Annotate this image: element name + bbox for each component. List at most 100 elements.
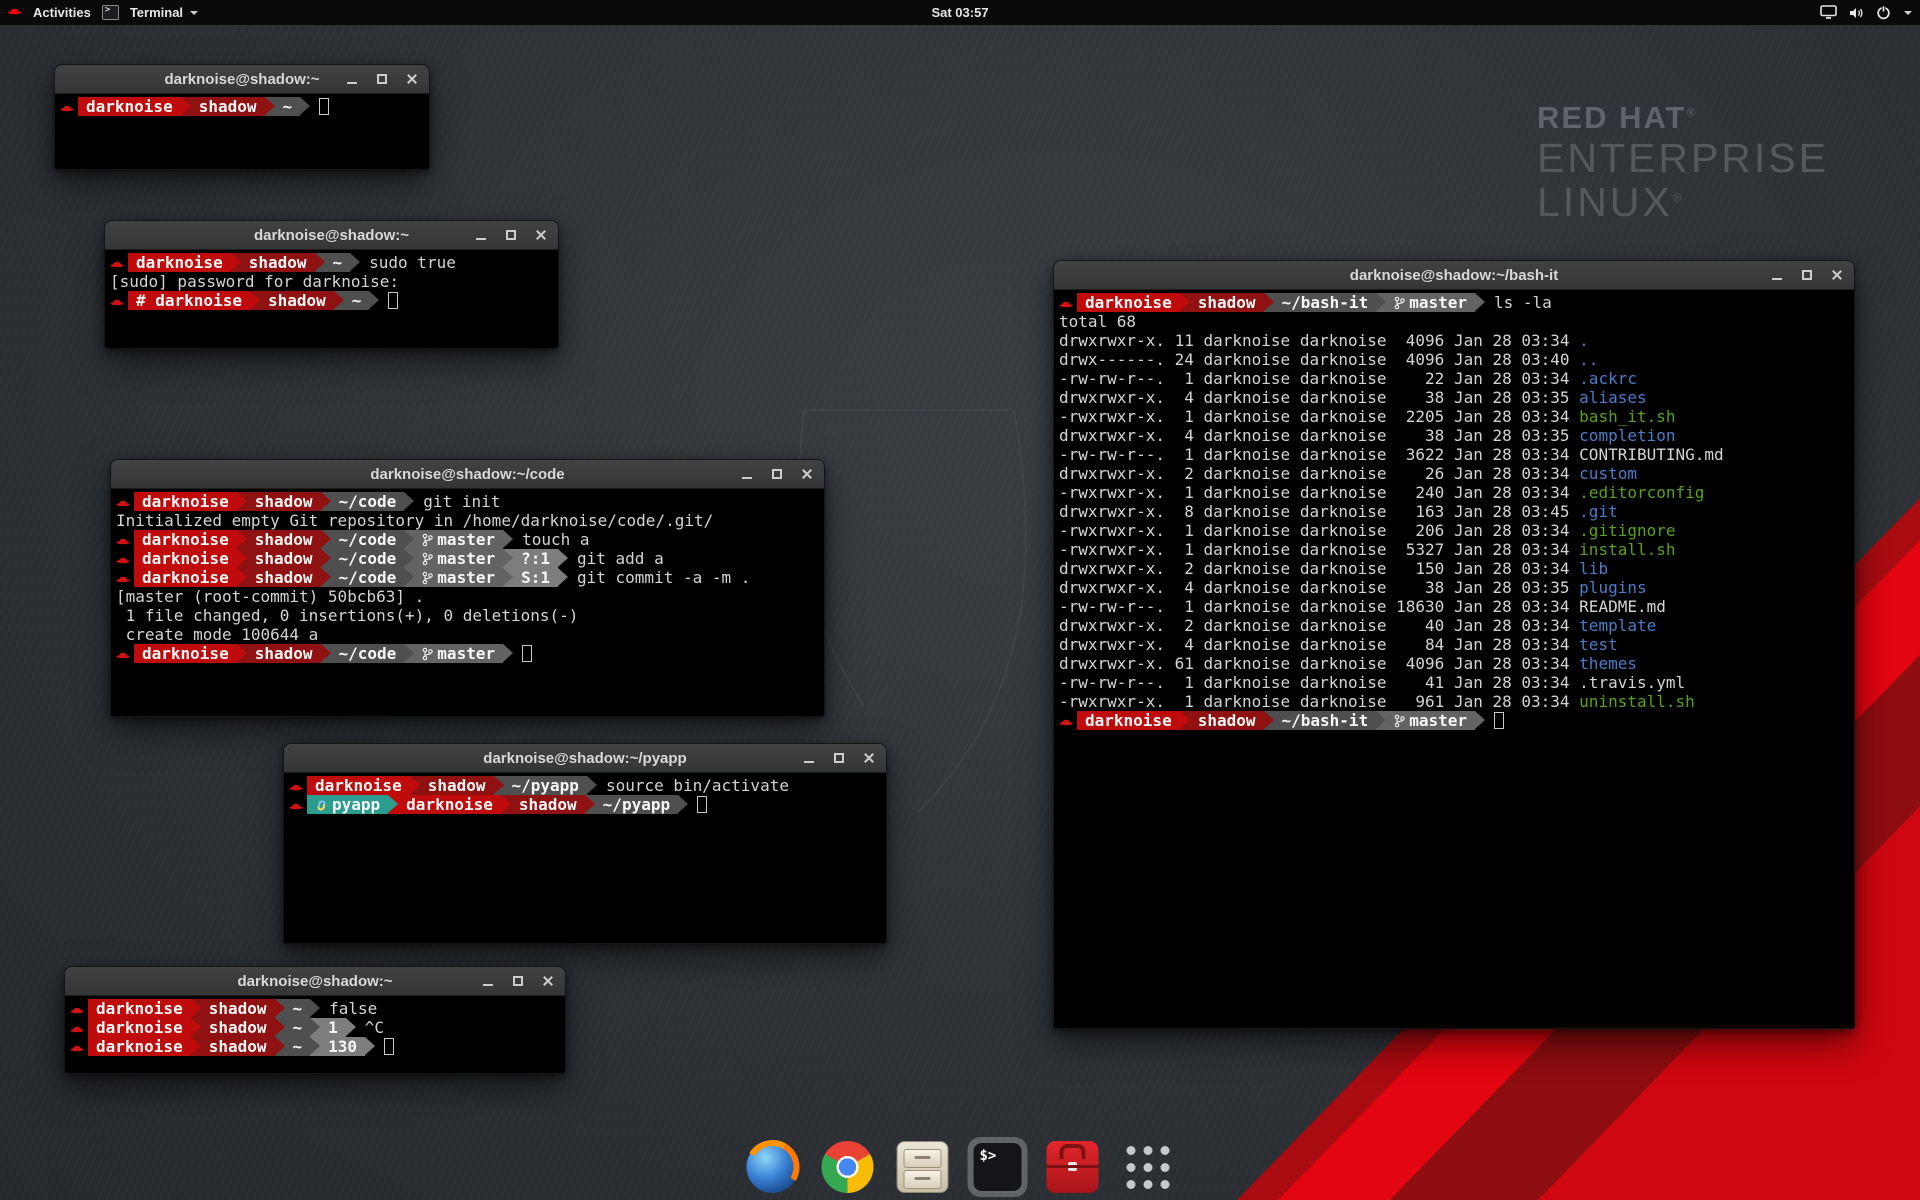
clock[interactable]: Sat 03:57 xyxy=(931,5,988,20)
powerline-arrow-icon xyxy=(410,776,420,795)
window-titlebar[interactable]: darknoise@shadow:~/code xyxy=(111,460,824,489)
branch-icon xyxy=(422,530,437,549)
terminal-window-5[interactable]: darknoise@shadow:~ darknoiseshadow~false… xyxy=(64,966,566,1074)
dock-icon-toolbox[interactable] xyxy=(1043,1137,1103,1197)
terminal-window-1[interactable]: darknoise@shadow:~ darknoiseshadow~ xyxy=(54,64,430,170)
powerline-arrow-icon xyxy=(321,492,331,511)
output-text: CONTRIBUTING.md xyxy=(1579,445,1724,464)
close-icon xyxy=(1831,269,1843,281)
minimize-button[interactable] xyxy=(740,468,753,481)
rhel-logo-line1: RED HAT® xyxy=(1537,100,1829,136)
window-titlebar[interactable]: darknoise@shadow:~/pyapp xyxy=(284,744,886,773)
powerline-arrow-icon xyxy=(250,291,260,310)
output-text: -rwxrwxr-x. 1 darknoise darknoise 961 Ja… xyxy=(1059,692,1579,711)
prompt-segment: master xyxy=(414,530,503,549)
close-button[interactable] xyxy=(541,975,554,988)
snake-icon xyxy=(315,795,332,814)
prompt-segment: darknoise xyxy=(134,530,237,549)
terminal-window-2[interactable]: darknoise@shadow:~ darknoiseshadow~sudo … xyxy=(104,220,559,349)
powerline-arrow-icon xyxy=(501,795,511,814)
maximize-button[interactable] xyxy=(832,752,845,765)
redhat-prompt-icon xyxy=(1059,711,1076,730)
window-titlebar[interactable]: darknoise@shadow:~ xyxy=(65,967,565,996)
terminal-line: darknoiseshadow~/codemasterS:1git commit… xyxy=(116,568,824,587)
redhat-prompt-icon xyxy=(116,530,133,549)
prompt-segment: ~/pyapp xyxy=(595,795,678,814)
terminal-window-3[interactable]: darknoise@shadow:~/code darknoiseshadow~… xyxy=(110,459,825,717)
minimize-icon xyxy=(804,761,814,763)
prompt-segment: ~/code xyxy=(331,530,405,549)
dock-icon-app-grid[interactable] xyxy=(1118,1137,1178,1197)
rhel-logo: RED HAT® ENTERPRISE LINUX® xyxy=(1537,100,1829,225)
prompt-segment: shadow xyxy=(201,999,275,1018)
close-button[interactable] xyxy=(800,468,813,481)
prompt-segment: darknoise xyxy=(134,644,237,663)
terminal-window-4[interactable]: darknoise@shadow:~/pyapp darknoiseshadow… xyxy=(283,743,887,944)
display-icon[interactable] xyxy=(1820,5,1837,20)
output-text: . xyxy=(1579,331,1589,350)
activities-button[interactable]: Activities xyxy=(29,3,95,22)
maximize-button[interactable] xyxy=(770,468,783,481)
terminal-content[interactable]: darknoiseshadow~sudo true[sudo] password… xyxy=(105,250,558,348)
terminal-content[interactable]: darknoiseshadow~/bash-itmasterls -latota… xyxy=(1054,290,1854,1028)
dock-icon-files[interactable] xyxy=(893,1137,953,1197)
branch-icon xyxy=(1394,293,1409,312)
minimize-button[interactable] xyxy=(474,229,487,242)
powerline-arrow-icon xyxy=(1264,711,1274,730)
prompt-segment: ~/code xyxy=(331,549,405,568)
prompt-segment: ~ xyxy=(285,1018,311,1037)
minimize-button[interactable] xyxy=(802,752,815,765)
terminal-line: drwxrwxr-x. 2 darknoise darknoise 150 Ja… xyxy=(1059,559,1854,578)
terminal-line: darknoiseshadow~1^C xyxy=(70,1018,565,1037)
close-button[interactable] xyxy=(1830,269,1843,282)
terminal-content[interactable]: darknoiseshadow~ xyxy=(55,94,429,169)
close-icon xyxy=(863,752,875,764)
powerline-arrow-icon xyxy=(191,999,201,1018)
terminal-line: -rwxrwxr-x. 1 darknoise darknoise 2205 J… xyxy=(1059,407,1854,426)
terminal-content[interactable]: darknoiseshadow~/pyappsource bin/activat… xyxy=(284,773,886,943)
dock-icon-chrome[interactable] xyxy=(818,1137,878,1197)
prompt-segment: master xyxy=(414,644,503,663)
terminal-content[interactable]: darknoiseshadow~falsedarknoiseshadow~1^C… xyxy=(65,996,565,1073)
close-button[interactable] xyxy=(534,229,547,242)
terminal-cursor xyxy=(388,292,398,309)
maximize-button[interactable] xyxy=(375,73,388,86)
maximize-button[interactable] xyxy=(1800,269,1813,282)
maximize-button[interactable] xyxy=(504,229,517,242)
terminal-line: drwxrwxr-x. 4 darknoise darknoise 38 Jan… xyxy=(1059,426,1854,445)
terminal-line: [sudo] password for darknoise: xyxy=(110,272,558,291)
output-text: bash_it.sh xyxy=(1579,407,1675,426)
dock-icon-terminal[interactable] xyxy=(968,1137,1028,1197)
prompt-segment: ~/code xyxy=(331,492,405,511)
window-title: darknoise@shadow:~ xyxy=(164,71,319,88)
minimize-button[interactable] xyxy=(1770,269,1783,282)
output-text: 1 file changed, 0 insertions(+), 0 delet… xyxy=(116,606,578,625)
output-text: README.md xyxy=(1579,597,1666,616)
maximize-button[interactable] xyxy=(511,975,524,988)
output-text: drwxrwxr-x. 8 darknoise darknoise 163 Ja… xyxy=(1059,502,1579,521)
close-button[interactable] xyxy=(405,73,418,86)
window-titlebar[interactable]: darknoise@shadow:~ xyxy=(55,65,429,94)
powerline-arrow-icon xyxy=(503,530,513,549)
redhat-prompt-icon xyxy=(289,795,306,814)
prompt-segment: shadow xyxy=(247,644,321,663)
volume-icon[interactable] xyxy=(1848,6,1865,20)
system-tray[interactable] xyxy=(1820,5,1912,20)
close-button[interactable] xyxy=(862,752,875,765)
output-text: [master (root-commit) 50bcb63] . xyxy=(116,587,424,606)
minimize-button[interactable] xyxy=(481,975,494,988)
terminal-line: -rw-rw-r--. 1 darknoise darknoise 18630 … xyxy=(1059,597,1854,616)
terminal-window-bashit[interactable]: darknoise@shadow:~/bash-it darknoiseshad… xyxy=(1053,260,1855,1029)
window-titlebar[interactable]: darknoise@shadow:~/bash-it xyxy=(1054,261,1854,290)
dock-icon-firefox[interactable] xyxy=(743,1137,803,1197)
minimize-button[interactable] xyxy=(345,73,358,86)
command-text: sudo true xyxy=(369,253,456,272)
maximize-icon xyxy=(1802,270,1812,280)
desktop: RED HAT® ENTERPRISE LINUX® Activities Te… xyxy=(0,0,1920,1200)
terminal-content[interactable]: darknoiseshadow~/codegit initInitialized… xyxy=(111,489,824,716)
powerline-arrow-icon xyxy=(404,530,414,549)
power-icon[interactable] xyxy=(1876,5,1891,20)
terminal-line: darknoiseshadow~/pyappsource bin/activat… xyxy=(289,776,886,795)
app-menu-button[interactable]: Terminal xyxy=(126,3,202,22)
window-titlebar[interactable]: darknoise@shadow:~ xyxy=(105,221,558,250)
